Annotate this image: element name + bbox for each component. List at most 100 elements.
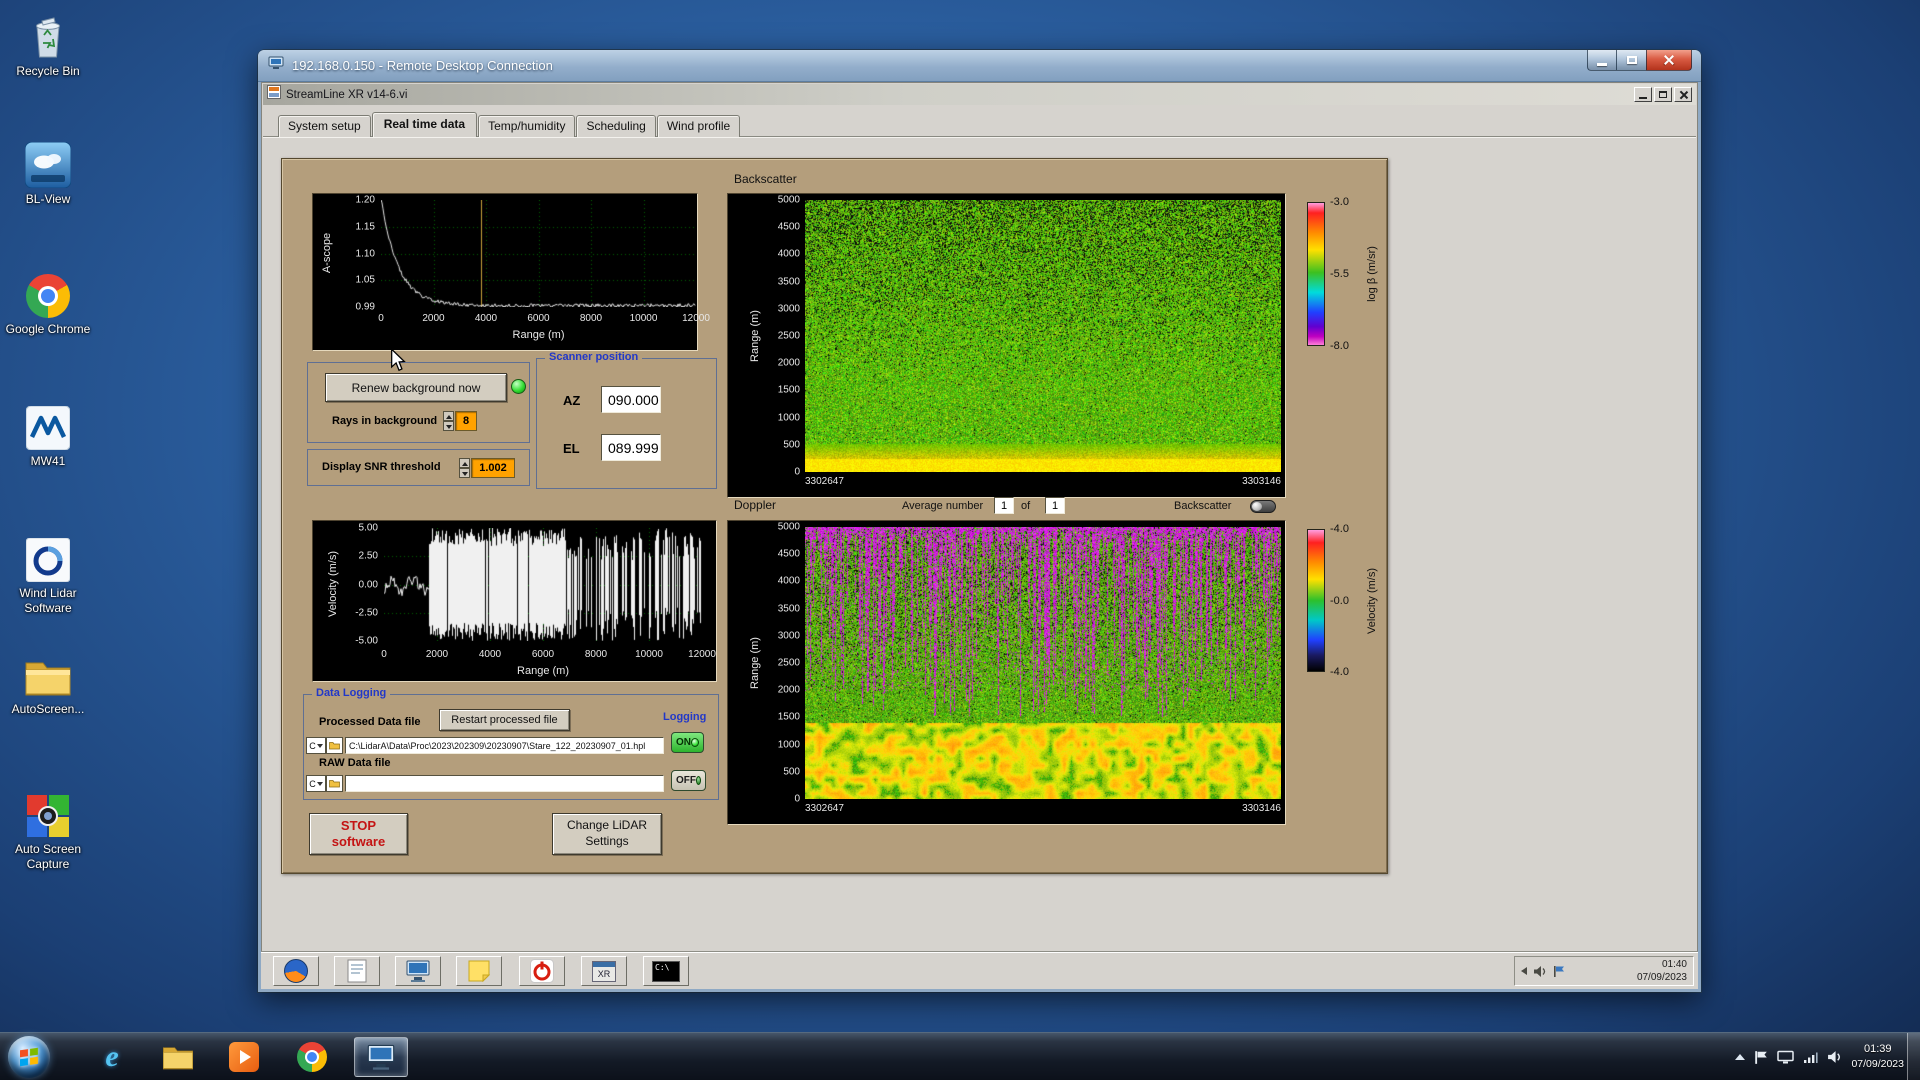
logging-label: Logging xyxy=(659,711,710,723)
quick-launch-sticky-notes[interactable] xyxy=(456,956,502,986)
quick-launch-power-tool[interactable] xyxy=(519,956,565,986)
quick-launch-console[interactable]: C:\ xyxy=(643,956,689,986)
rdp-titlebar[interactable]: 192.168.0.150 - Remote Desktop Connectio… xyxy=(258,50,1701,82)
quick-launch-browser[interactable] xyxy=(273,956,319,986)
quick-launch-notepad[interactable] xyxy=(334,956,380,986)
change-lidar-settings-button[interactable]: Change LiDAR Settings xyxy=(552,813,662,855)
close-button[interactable] xyxy=(1646,50,1692,71)
action-center-flag-icon[interactable] xyxy=(1754,1050,1768,1065)
ascope-y-ticks: 1.201.151.101.050.99 xyxy=(337,200,377,307)
restore-button[interactable] xyxy=(1654,87,1672,102)
taskbar-item-internet-explorer[interactable]: e xyxy=(88,1037,136,1077)
computer-icon xyxy=(405,959,431,983)
backscatter-canvas[interactable] xyxy=(805,200,1281,472)
desktop-icon-label: Wind Lidar Software xyxy=(2,586,94,616)
doppler-x-end: 3303146 xyxy=(1161,803,1281,814)
remote-clock-date: 07/09/2023 xyxy=(1637,971,1687,985)
start-button[interactable] xyxy=(8,1036,50,1078)
rays-value[interactable]: 8 xyxy=(455,411,477,431)
folder-icon xyxy=(329,741,340,750)
taskbar-item-explorer[interactable] xyxy=(154,1037,202,1077)
taskbar-clock[interactable]: 01:39 07/09/2023 xyxy=(1851,1042,1904,1071)
drive-letter: C xyxy=(309,741,316,751)
speaker-icon[interactable] xyxy=(1533,965,1547,978)
snr-group: Display SNR threshold 1.002 xyxy=(307,449,530,486)
snr-value[interactable]: 1.002 xyxy=(471,458,515,478)
restart-processed-file-button[interactable]: Restart processed file xyxy=(439,709,570,731)
scanner-position-group: Scanner position AZ 090.000 EL 089.999 xyxy=(536,358,717,489)
desktop-icon-autoscreen-folder[interactable]: AutoScreen... xyxy=(2,646,94,717)
quick-launch-xr[interactable]: XR xyxy=(581,956,627,986)
processed-logging-toggle[interactable]: ON xyxy=(671,732,704,753)
tab-real-time-data[interactable]: Real time data xyxy=(372,112,477,137)
rdp-window: 192.168.0.150 - Remote Desktop Connectio… xyxy=(258,50,1701,992)
remote-clock[interactable]: 01:40 07/09/2023 xyxy=(1637,958,1687,985)
background-led xyxy=(511,379,526,394)
desktop-icon-label: BL-View xyxy=(2,192,94,207)
renew-background-button[interactable]: Renew background now xyxy=(325,373,507,402)
stop-software-button[interactable]: STOP software xyxy=(309,813,408,855)
close-button[interactable] xyxy=(1674,87,1692,102)
doppler-colorbar-ticks: -4.0-0.0-4.0 xyxy=(1328,529,1362,672)
backscatter-toggle-switch[interactable] xyxy=(1250,500,1276,513)
change-line1: Change LiDAR xyxy=(567,818,647,834)
processed-drive-select[interactable]: C xyxy=(306,737,326,754)
quick-launch-computer[interactable] xyxy=(395,956,441,986)
tab-system-setup[interactable]: System setup xyxy=(278,115,371,137)
data-logging-group: Data Logging Processed Data file Restart… xyxy=(303,694,719,800)
desktop-icon-google-chrome[interactable]: Google Chrome xyxy=(2,266,94,337)
tab-wind-profile[interactable]: Wind profile xyxy=(657,115,740,137)
bl-view-icon xyxy=(2,136,94,188)
velocity-plot: Velocity (m/s) 5.002.500.00-2.50-5.00 02… xyxy=(312,520,717,682)
speaker-icon[interactable] xyxy=(1827,1050,1842,1064)
vi-titlebar[interactable]: StreamLine XR v14-6.vi xyxy=(263,84,1696,105)
tab-temp-humidity[interactable]: Temp/humidity xyxy=(478,115,575,137)
mouse-cursor xyxy=(390,348,406,377)
desktop-icon-label: Auto Screen Capture xyxy=(2,842,94,872)
minimize-button[interactable] xyxy=(1634,87,1652,102)
show-hidden-icons-arrow-icon[interactable] xyxy=(1735,1054,1745,1060)
ascope-canvas[interactable] xyxy=(381,200,696,307)
rdp-caption-buttons xyxy=(1587,50,1692,71)
recycle-bin-icon xyxy=(2,8,94,60)
maximize-button[interactable] xyxy=(1617,50,1646,71)
el-value[interactable]: 089.999 xyxy=(601,434,661,461)
folder-icon xyxy=(161,1043,195,1071)
velocity-canvas[interactable] xyxy=(384,528,702,641)
raw-logging-toggle[interactable]: OFF xyxy=(671,770,706,791)
desktop-icon-auto-screen-capture[interactable]: Auto Screen Capture xyxy=(2,786,94,872)
show-desktop-button[interactable] xyxy=(1907,1033,1920,1080)
raw-data-file-label: RAW Data file xyxy=(319,757,391,769)
scanner-position-title: Scanner position xyxy=(545,351,642,363)
backscatter-y-ticks: 5000450040003500300025002000150010005000 xyxy=(766,200,802,472)
backscatter-title: Backscatter xyxy=(734,172,797,186)
taskbar-item-remote-desktop[interactable] xyxy=(354,1037,408,1077)
desktop-icon-mw41[interactable]: MW41 xyxy=(2,398,94,469)
az-value[interactable]: 090.000 xyxy=(601,386,661,413)
doppler-canvas[interactable] xyxy=(805,527,1281,799)
processed-path-field[interactable]: C:\LidarA\Data\Proc\2023\202309\20230907… xyxy=(345,737,664,754)
raw-drive-select[interactable]: C xyxy=(306,775,326,792)
network-icon[interactable] xyxy=(1803,1051,1818,1064)
taskbar-item-media-player[interactable] xyxy=(220,1037,268,1077)
rays-stepper[interactable] xyxy=(443,411,454,431)
hidden-icons-arrow-icon[interactable] xyxy=(1521,967,1527,975)
processed-browse-button[interactable] xyxy=(326,737,343,754)
ascope-x-axis-label: Range (m) xyxy=(381,329,696,341)
az-label: AZ xyxy=(563,393,580,408)
velocity-y-ticks: 5.002.500.00-2.50-5.00 xyxy=(346,528,380,641)
desktop-icon-bl-view[interactable]: BL-View xyxy=(2,136,94,207)
flag-icon[interactable] xyxy=(1553,965,1565,978)
minimize-button[interactable] xyxy=(1587,50,1617,71)
raw-path-field[interactable] xyxy=(345,775,664,792)
snr-stepper[interactable] xyxy=(459,458,470,478)
average-count-value[interactable]: 1 xyxy=(1045,497,1065,514)
desktop-icon-recycle-bin[interactable]: Recycle Bin xyxy=(2,8,94,79)
desktop-icon-wind-lidar[interactable]: Wind Lidar Software xyxy=(2,530,94,616)
tab-scheduling[interactable]: Scheduling xyxy=(576,115,655,137)
taskbar-item-chrome[interactable] xyxy=(288,1037,336,1077)
on-label: ON xyxy=(676,737,691,748)
average-number-value[interactable]: 1 xyxy=(994,497,1014,514)
raw-browse-button[interactable] xyxy=(326,775,343,792)
display-icon[interactable] xyxy=(1777,1050,1794,1065)
